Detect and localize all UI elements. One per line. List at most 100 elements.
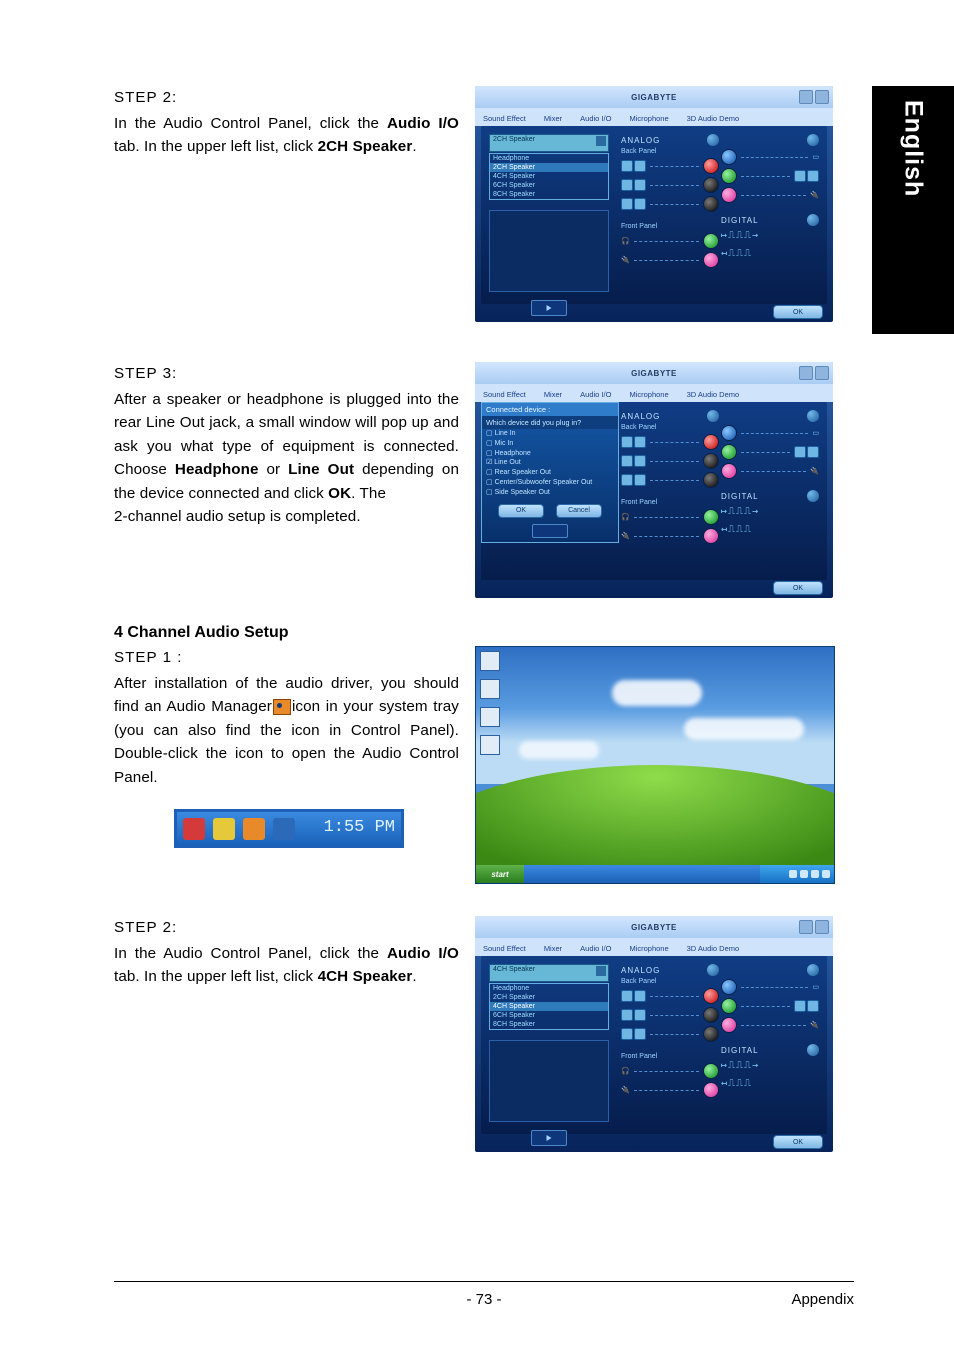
audio-panel-2ch: GIGABYTE Sound Effect Mixer Audio I/O Mi… xyxy=(475,86,833,322)
tab-microphone[interactable]: Microphone xyxy=(627,111,670,126)
ok-button-3[interactable]: OK xyxy=(773,581,823,595)
taskbar[interactable]: start xyxy=(476,865,834,883)
popup-option-lineout[interactable]: ☑ Line Out xyxy=(482,458,618,468)
step2-label: STEP 2: xyxy=(114,86,459,110)
play-button-3[interactable] xyxy=(532,524,568,538)
panel-left: 2CH Speaker Headphone 2CH Speaker 4CH Sp… xyxy=(489,134,609,316)
popup-cancel-button[interactable]: Cancel xyxy=(556,504,602,518)
page: English STEP 2: In the Audio Control Pan… xyxy=(0,0,954,1352)
tab-3d-audio-demo[interactable]: 3D Audio Demo xyxy=(685,111,742,126)
play-button[interactable] xyxy=(531,300,567,316)
desktop-screenshot: start xyxy=(475,646,835,884)
step2-row: STEP 2: In the Audio Control Panel, clic… xyxy=(114,86,854,322)
tab-sound-effect[interactable]: Sound Effect xyxy=(481,111,528,126)
tray-icon-audio-manager[interactable] xyxy=(243,818,265,840)
minimize-icon[interactable] xyxy=(799,920,813,934)
analog-title: ANALOG xyxy=(621,136,660,145)
language-tab: English xyxy=(872,86,954,334)
ok-button[interactable]: OK xyxy=(773,305,823,319)
footer: - 73 - Appendix xyxy=(114,1291,854,1308)
start-button[interactable]: start xyxy=(476,865,524,883)
step2-text: STEP 2: In the Audio Control Panel, clic… xyxy=(114,86,459,159)
settings-icon[interactable] xyxy=(807,964,819,976)
panel-body-3: Connected device : Which device did you … xyxy=(481,402,827,580)
minimize-icon[interactable] xyxy=(799,366,813,380)
ok-button-4[interactable]: OK xyxy=(773,1135,823,1149)
systray-figure: 1:55 PM xyxy=(174,809,404,847)
room-illustration xyxy=(489,210,609,292)
speaker-dropdown-list[interactable]: Headphone 2CH Speaker 4CH Speaker 6CH Sp… xyxy=(489,153,609,200)
minimize-icon[interactable] xyxy=(799,90,813,104)
digital-in-icon: ↤⎍⎍⎍ xyxy=(721,248,819,262)
step1-4ch-row: STEP 1 : After installation of the audio… xyxy=(114,646,854,884)
settings-icon[interactable] xyxy=(807,490,819,502)
step1-4ch-label: STEP 1 : xyxy=(114,646,459,670)
popup-ok-button[interactable]: OK xyxy=(498,504,544,518)
close-icon[interactable] xyxy=(815,920,829,934)
jack-red-icon[interactable] xyxy=(703,158,719,174)
popup-option-linein[interactable]: ▢ Line In xyxy=(482,429,618,439)
jack-black2-icon[interactable] xyxy=(703,196,719,212)
close-icon[interactable] xyxy=(815,90,829,104)
jack-blue-icon[interactable] xyxy=(721,149,737,165)
step3-figure: GIGABYTE Sound Effect Mixer Audio I/O Mi… xyxy=(475,362,854,598)
taskbar-tray[interactable] xyxy=(760,865,834,883)
popup-title: Connected device : xyxy=(482,403,618,416)
analog-column-3: ANALOG Back Panel Front Panel 🎧 🔌 xyxy=(621,410,719,547)
connected-device-popup: Connected device : Which device did you … xyxy=(481,402,619,543)
step3-body-2: 2-channel audio setup is completed. xyxy=(114,505,459,529)
digital-out-icon: ↦⎍⎍⎍→ xyxy=(721,230,819,244)
jack-front-green-icon[interactable] xyxy=(703,233,719,249)
jack-front-pink-icon[interactable] xyxy=(703,252,719,268)
panel-titlebar-3: GIGABYTE xyxy=(475,362,833,384)
tab-mixer[interactable]: Mixer xyxy=(542,111,564,126)
settings-icon[interactable] xyxy=(707,410,719,422)
settings-icon[interactable] xyxy=(707,964,719,976)
jack-black-icon[interactable] xyxy=(703,177,719,193)
popup-option-headphone[interactable]: ▢ Headphone xyxy=(482,449,618,459)
language-tab-label: English xyxy=(899,100,928,197)
audio-panel-4ch: GIGABYTE Sound Effect Mixer Audio I/O Mi… xyxy=(475,916,833,1152)
tray-icon-2[interactable] xyxy=(213,818,235,840)
speaker-dropdown-4[interactable]: 4CH Speaker xyxy=(489,964,609,982)
popup-option-side[interactable]: ▢ Side Speaker Out xyxy=(482,488,618,498)
popup-option-center[interactable]: ▢ Center/Subwoofer Speaker Out xyxy=(482,478,618,488)
popup-option-rear[interactable]: ▢ Rear Speaker Out xyxy=(482,468,618,478)
panel-tabs-3: Sound Effect Mixer Audio I/O Microphone … xyxy=(475,384,833,402)
window-buttons-4[interactable] xyxy=(799,920,829,934)
speaker-dropdown[interactable]: 2CH Speaker xyxy=(489,134,609,152)
step3-body: After a speaker or headphone is plugged … xyxy=(114,388,459,506)
jack-pink-icon[interactable] xyxy=(721,187,737,203)
window-buttons[interactable] xyxy=(799,90,829,104)
settings-icon[interactable] xyxy=(707,134,719,146)
play-button-4[interactable] xyxy=(531,1130,567,1146)
chevron-down-icon[interactable] xyxy=(596,136,606,146)
jack-green-icon[interactable] xyxy=(721,168,737,184)
settings-icon[interactable] xyxy=(807,1044,819,1056)
window-buttons-3[interactable] xyxy=(799,366,829,380)
settings-icon[interactable] xyxy=(807,410,819,422)
tray-icon-volume[interactable] xyxy=(273,818,295,840)
analog-column-4: ANALOG Back Panel Front Panel 🎧 🔌 xyxy=(621,964,719,1101)
step2-4ch-label: STEP 2: xyxy=(114,916,459,940)
room-illustration-4 xyxy=(489,1040,609,1122)
panel-left-4: 4CH Speaker Headphone 2CH Speaker 4CH Sp… xyxy=(489,964,609,1146)
speaker-dropdown-list-4[interactable]: Headphone 2CH Speaker 4CH Speaker 6CH Sp… xyxy=(489,983,609,1030)
step3-label: STEP 3: xyxy=(114,362,459,386)
audio-panel-popup: GIGABYTE Sound Effect Mixer Audio I/O Mi… xyxy=(475,362,833,598)
tab-audio-io[interactable]: Audio I/O xyxy=(578,111,613,126)
popup-option-micin[interactable]: ▢ Mic In xyxy=(482,439,618,449)
digital-title: DIGITAL xyxy=(721,216,759,225)
desktop-icons[interactable] xyxy=(480,651,500,755)
tray-icon-1[interactable] xyxy=(183,818,205,840)
panel-brand: GIGABYTE xyxy=(631,93,677,102)
step2-4ch-figure: GIGABYTE Sound Effect Mixer Audio I/O Mi… xyxy=(475,916,854,1152)
panel-titlebar-4: GIGABYTE xyxy=(475,916,833,938)
panel-titlebar: GIGABYTE xyxy=(475,86,833,108)
close-icon[interactable] xyxy=(815,366,829,380)
panel-brand-3: GIGABYTE xyxy=(631,369,677,378)
settings-icon-3[interactable] xyxy=(807,214,819,226)
chevron-down-icon[interactable] xyxy=(596,966,606,976)
systray-clock: 1:55 PM xyxy=(324,815,395,841)
settings-icon-2[interactable] xyxy=(807,134,819,146)
